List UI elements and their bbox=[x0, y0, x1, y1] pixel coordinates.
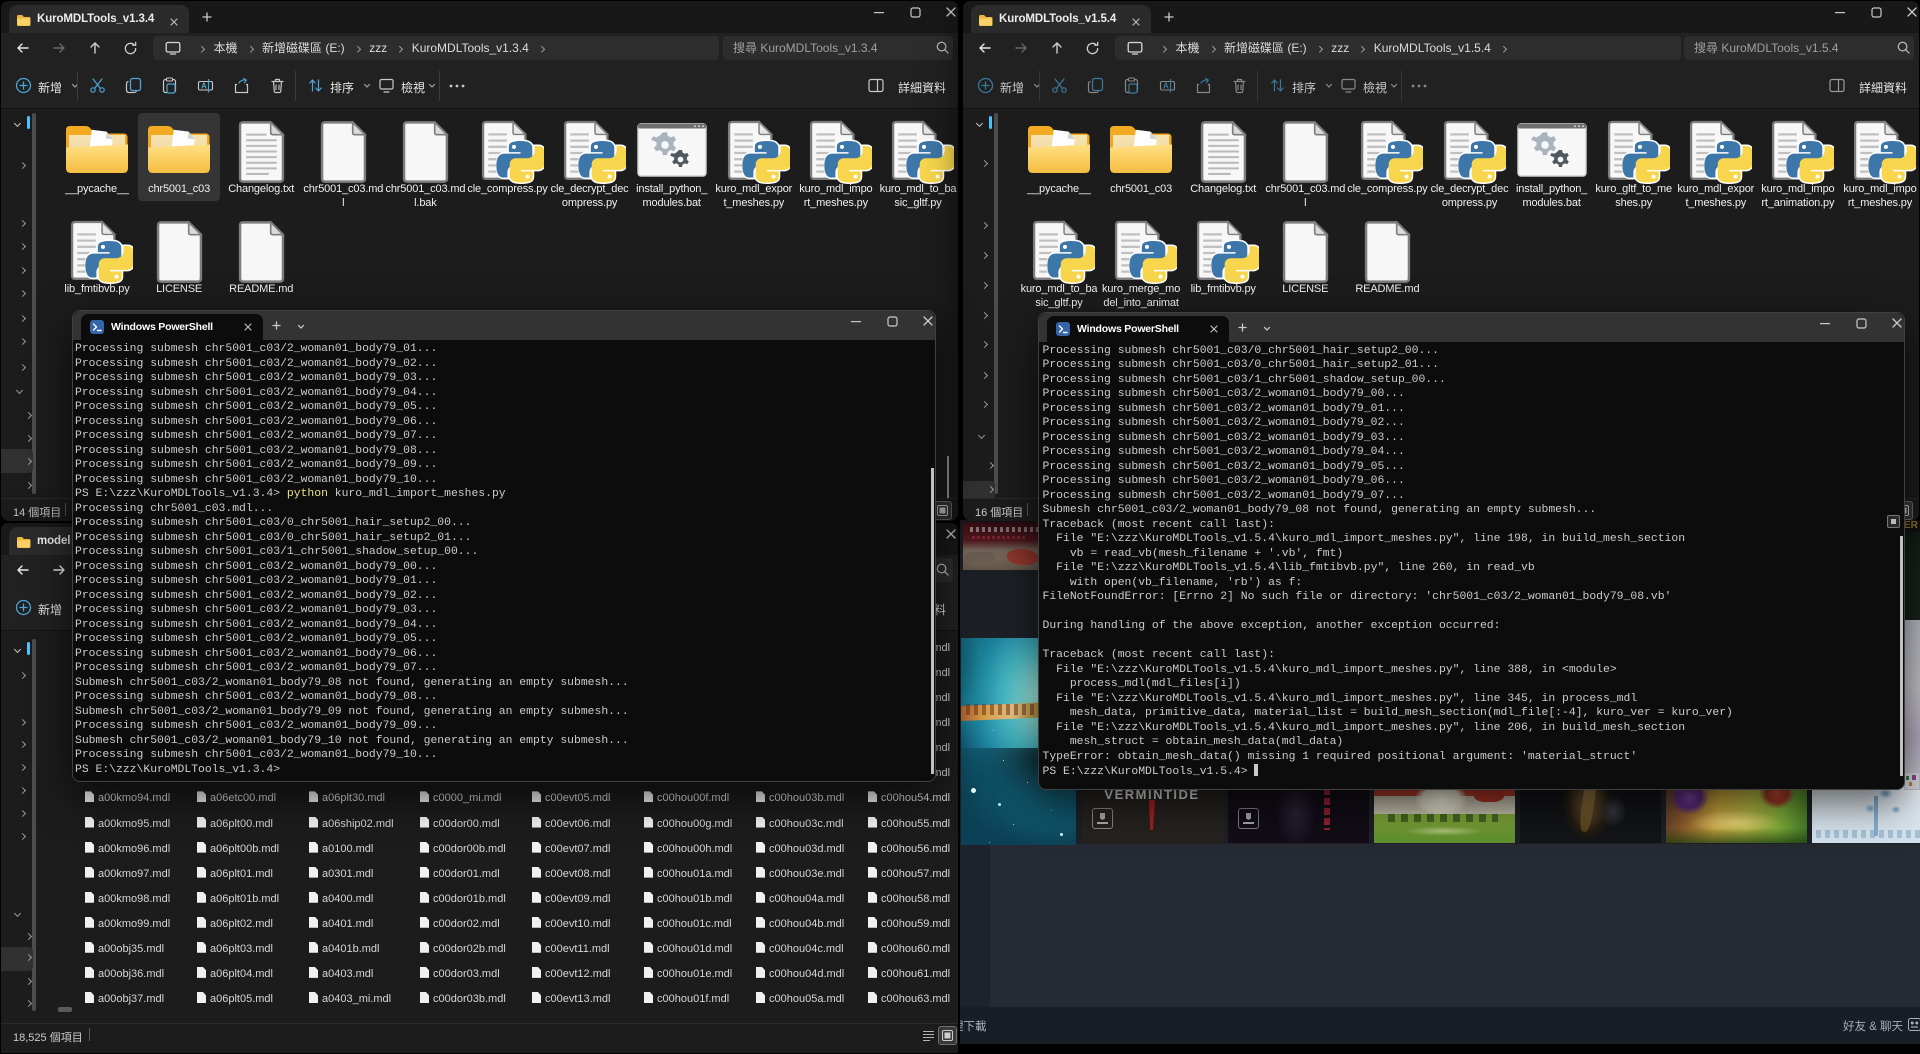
svg-text:A: A bbox=[1163, 82, 1169, 91]
svg-text:A: A bbox=[201, 82, 207, 91]
